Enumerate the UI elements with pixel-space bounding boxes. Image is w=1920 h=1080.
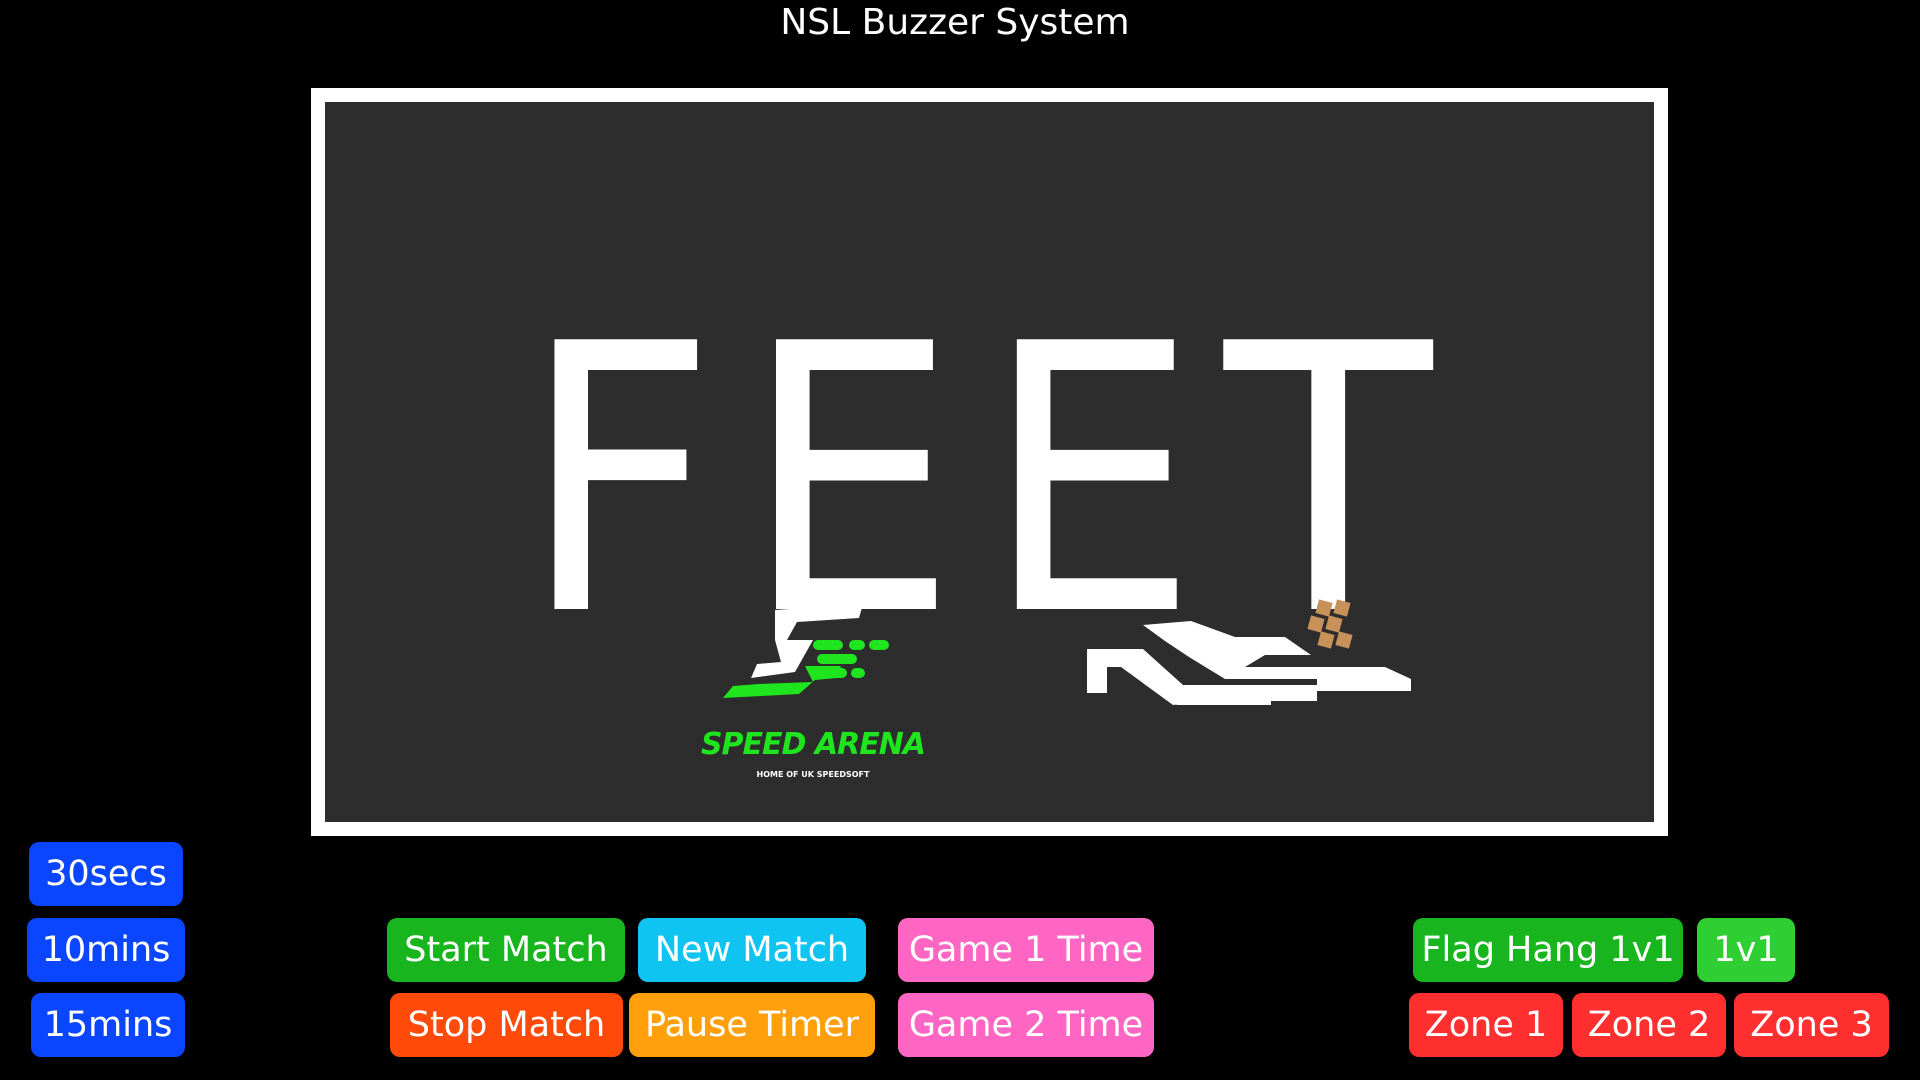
speed-arena-name: SPEED ARENA bbox=[700, 727, 926, 762]
1v1-button[interactable]: 1v1 bbox=[1697, 918, 1795, 982]
nsl-logo-icon bbox=[1087, 599, 1411, 705]
zone-1-button[interactable]: Zone 1 bbox=[1409, 993, 1563, 1057]
flag-hang-1v1-button[interactable]: Flag Hang 1v1 bbox=[1413, 918, 1683, 982]
speed-arena-logo: SPEED ARENA HOME OF UK SPEEDSOFT bbox=[663, 602, 963, 782]
speed-arena-emblem-icon bbox=[723, 604, 889, 698]
buzzer-app: NSL Buzzer System FEET SPEED ARENA HOME … bbox=[0, 0, 1920, 1080]
new-match-button[interactable]: New Match bbox=[638, 918, 866, 982]
speed-arena-tagline: HOME OF UK SPEEDSOFT bbox=[756, 770, 870, 779]
zone-3-button[interactable]: Zone 3 bbox=[1734, 993, 1889, 1057]
zone-2-button[interactable]: Zone 2 bbox=[1572, 993, 1726, 1057]
start-match-button[interactable]: Start Match bbox=[387, 918, 625, 982]
preset-30secs-button[interactable]: 30secs bbox=[29, 842, 183, 906]
stop-match-button[interactable]: Stop Match bbox=[390, 993, 623, 1057]
preset-10mins-button[interactable]: 10mins bbox=[27, 918, 185, 982]
game-2-time-button[interactable]: Game 2 Time bbox=[898, 993, 1154, 1057]
page-title: NSL Buzzer System bbox=[780, 2, 1130, 43]
pause-timer-button[interactable]: Pause Timer bbox=[629, 993, 875, 1057]
scoreboard-display: FEET SPEED ARENA HOME OF UK SPEEDSOFT bbox=[311, 88, 1668, 836]
game-1-time-button[interactable]: Game 1 Time bbox=[898, 918, 1154, 982]
preset-15mins-button[interactable]: 15mins bbox=[31, 993, 185, 1057]
